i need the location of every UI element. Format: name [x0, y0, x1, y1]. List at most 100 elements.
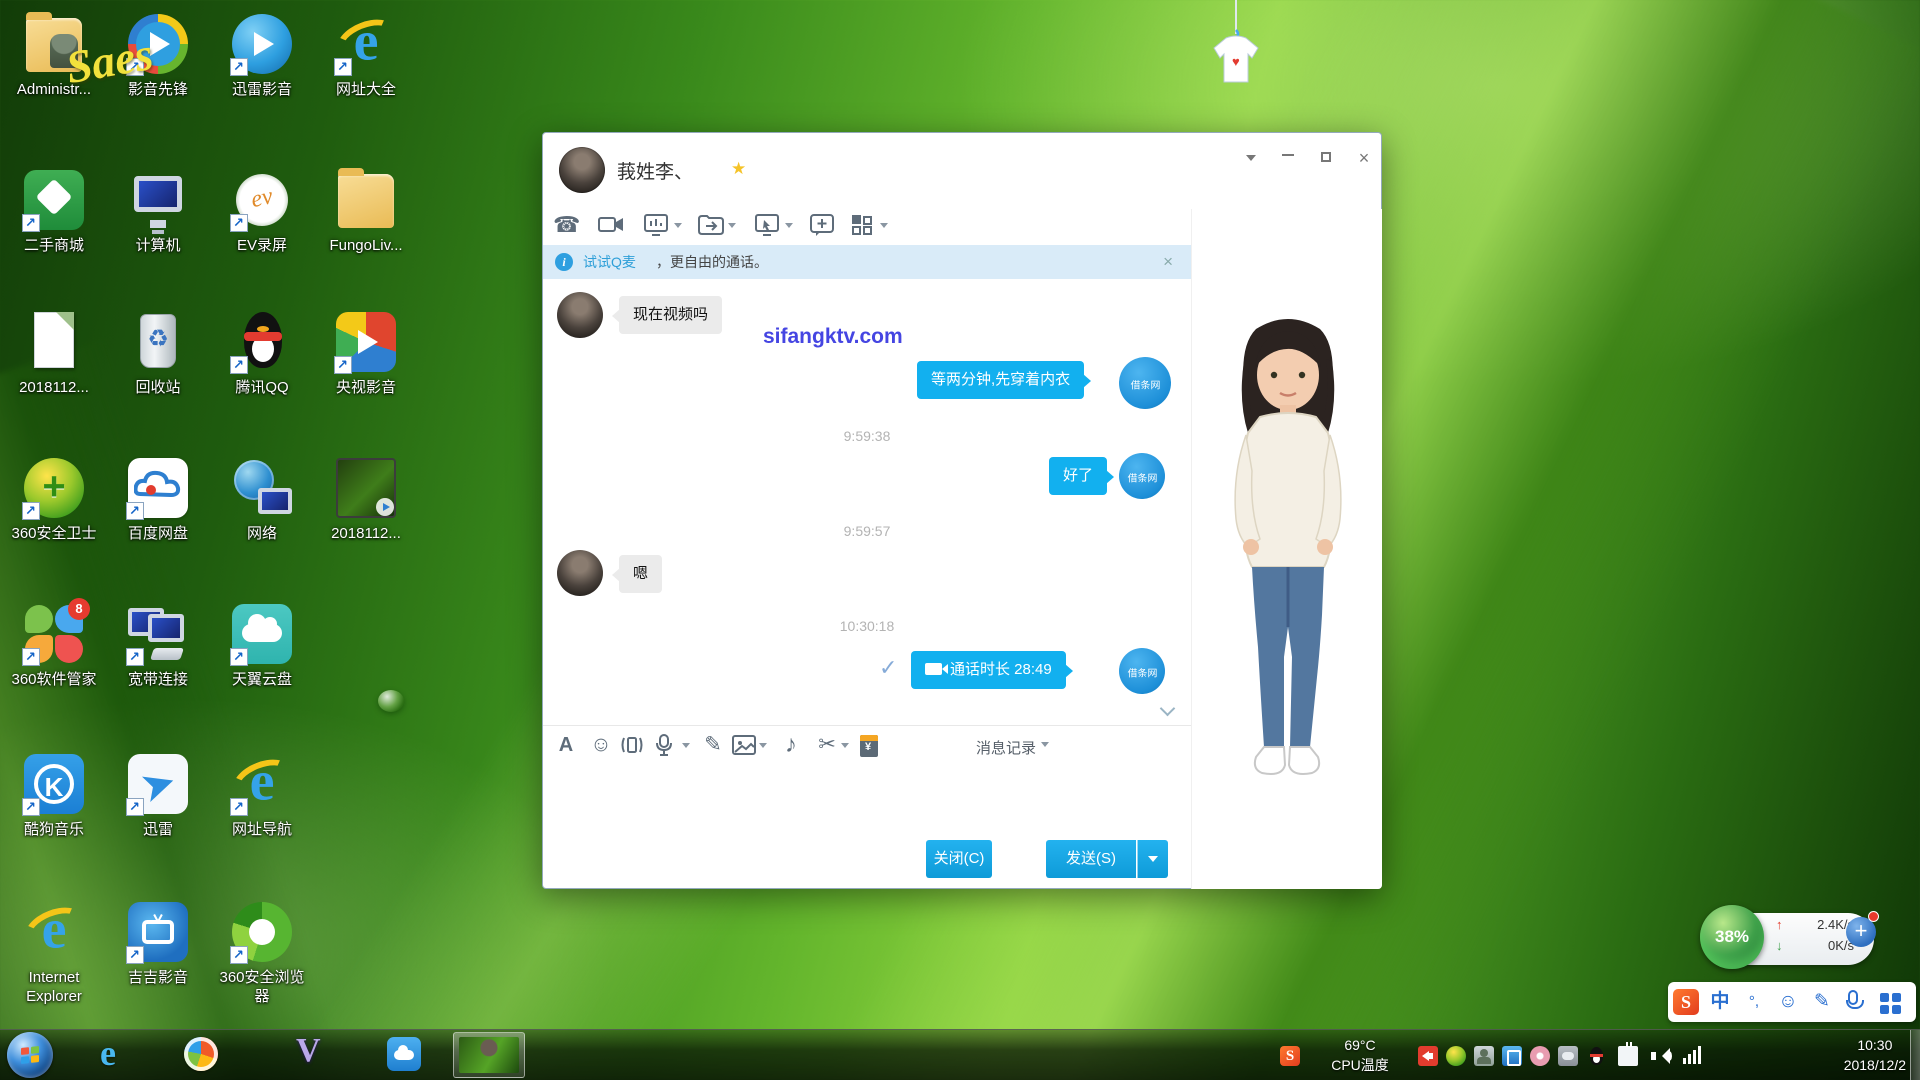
self-avatar[interactable]: 借条网: [1119, 453, 1165, 499]
handwriting-icon[interactable]: ✎: [699, 733, 727, 759]
taskbar-ie-icon[interactable]: e: [100, 1032, 138, 1070]
desktop-icon-xunlei[interactable]: ➤ 迅雷: [110, 752, 206, 839]
desktop-icon-fungo[interactable]: FungoLiv...: [318, 168, 414, 255]
qmic-link[interactable]: 试试Q麦: [583, 245, 636, 279]
kugou-icon: K: [22, 752, 86, 816]
qq-icon: [230, 310, 294, 374]
desktop-icon-recycle-bin[interactable]: ♻ 回收站: [110, 310, 206, 397]
check-icon: ✓: [879, 655, 897, 681]
chinese-mode-icon[interactable]: 中: [1706, 988, 1734, 1016]
desktop-icon-kugou[interactable]: K 酷狗音乐: [6, 752, 102, 839]
voice-input-icon[interactable]: [1848, 990, 1858, 1005]
desktop-icon-ie[interactable]: e Internet Explorer: [6, 900, 102, 1006]
peer-message-avatar[interactable]: [557, 550, 603, 596]
update-badge: 8: [68, 598, 90, 620]
taskbar-active-window[interactable]: [453, 1032, 525, 1078]
taskbar-cloud-app-icon[interactable]: [387, 1037, 425, 1075]
taskbar-v-app-icon[interactable]: V: [296, 1032, 334, 1070]
punctuation-icon[interactable]: °,: [1740, 988, 1768, 1016]
toolbox-icon[interactable]: [1876, 988, 1904, 1016]
desktop-icon-qq[interactable]: 腾讯QQ: [214, 310, 310, 397]
message-history-button[interactable]: 消息记录: [976, 737, 1049, 758]
timestamp: 9:59:38: [543, 428, 1191, 444]
maximize-button[interactable]: [1311, 147, 1341, 169]
send-options-caret[interactable]: [1137, 840, 1168, 878]
voice-message-icon[interactable]: [654, 733, 682, 759]
desktop-icon-baidu-netdisk[interactable]: 百度网盘: [110, 456, 206, 543]
self-avatar[interactable]: 借条网: [1119, 357, 1171, 409]
power-plug-icon[interactable]: [1618, 1046, 1638, 1066]
desktop-icon-video-file[interactable]: 2018112...: [318, 456, 414, 543]
window-shake-icon[interactable]: [619, 733, 647, 759]
desktop-icon-tianyi[interactable]: 天翼云盘: [214, 602, 310, 689]
net-speed-widget: 38% ↑ 2.4K/s ↓ 0K/s +: [1700, 905, 1890, 971]
desktop-icon-secondhand-mall[interactable]: 二手商城: [6, 168, 102, 255]
self-avatar[interactable]: 借条网: [1119, 648, 1165, 694]
camera-icon[interactable]: [1558, 1046, 1578, 1066]
scroll-to-bottom-icon[interactable]: [1160, 701, 1176, 717]
desktop-icon-360-software[interactable]: 8 360软件管家: [6, 602, 102, 689]
desktop-icon-url-nav[interactable]: e 网址导航: [214, 752, 310, 839]
desktop-icon-360-browser[interactable]: 360安全浏览器: [214, 900, 310, 1006]
create-group-icon[interactable]: [809, 212, 839, 240]
close-chat-button[interactable]: 关闭(C): [926, 840, 992, 878]
close-button[interactable]: ×: [1349, 147, 1379, 169]
apps-grid-icon[interactable]: [849, 212, 879, 240]
360-ball-icon[interactable]: [1446, 1046, 1466, 1066]
tray-sogou-icon[interactable]: S: [1280, 1046, 1300, 1066]
peer-message-avatar[interactable]: [557, 292, 603, 338]
pc-manager-icon[interactable]: [1502, 1046, 1522, 1066]
active-window-thumbnail: [459, 1037, 519, 1073]
emoticon-icon[interactable]: ☺: [587, 733, 615, 759]
qq-tray-icon[interactable]: [1586, 1046, 1606, 1066]
handwrite-icon[interactable]: ✎: [1808, 988, 1836, 1016]
file-transfer-icon[interactable]: [697, 212, 727, 240]
star-icon: ★: [731, 159, 746, 179]
desktop-icon-jiji-player[interactable]: 吉吉影音: [110, 900, 206, 987]
sogou-logo-icon[interactable]: S: [1673, 989, 1699, 1015]
desktop-icon-360-safe[interactable]: + 360安全卫士: [6, 456, 102, 543]
volume-icon[interactable]: [1650, 1046, 1670, 1066]
desktop-icon-computer[interactable]: 计算机: [110, 168, 206, 255]
window-titlebar[interactable]: 莪姓李、 ★ ×: [543, 133, 1381, 209]
video-call-icon[interactable]: [597, 212, 627, 240]
desktop-icon-text-document[interactable]: 2018112...: [6, 310, 102, 397]
call-message[interactable]: 通话时长 28:49: [911, 651, 1066, 689]
message-input[interactable]: [543, 766, 1191, 840]
contacts-icon[interactable]: [1474, 1046, 1494, 1066]
voice-call-icon[interactable]: ☎: [553, 212, 583, 240]
emoji-icon[interactable]: ☺: [1774, 988, 1802, 1016]
desktop-icon-xunlei-player[interactable]: 迅雷影音: [214, 12, 310, 99]
image-icon[interactable]: [731, 733, 759, 759]
desktop-icon-network[interactable]: 网络: [214, 456, 310, 543]
message-list[interactable]: 现在视频吗 sifangktv.com 等两分钟,先穿着内衣 借条网 9:59:…: [543, 279, 1191, 725]
start-button[interactable]: [7, 1032, 53, 1078]
desktop: { "desktop": { "watermark": "Saes", "ico…: [0, 0, 1920, 1080]
peer-avatar[interactable]: [559, 147, 605, 193]
input-toolbar: A ☺ ✎ ♪ ✂ 消息记录: [543, 725, 1191, 765]
desktop-icon-ev[interactable]: ev EV录屏: [214, 168, 310, 255]
desktop-icon-url-daquan[interactable]: e 网址大全: [318, 12, 414, 99]
incoming-message: 嗯: [619, 555, 662, 593]
minimize-button[interactable]: [1273, 147, 1303, 169]
desktop-icon-cctv[interactable]: 央视影音: [318, 310, 414, 397]
remote-desktop-icon[interactable]: [754, 212, 784, 240]
network-icon: [230, 456, 294, 520]
font-icon[interactable]: A: [552, 733, 580, 759]
desktop-icon-broadband[interactable]: 宽带连接: [110, 602, 206, 689]
memory-ball[interactable]: 38%: [1700, 905, 1764, 969]
show-desktop-button[interactable]: [1910, 1030, 1920, 1080]
taskbar-sogou-browser-icon[interactable]: [184, 1037, 222, 1075]
screen-share-icon[interactable]: [643, 212, 673, 240]
flower-icon[interactable]: [1530, 1046, 1550, 1066]
megaphone-icon[interactable]: [1418, 1046, 1438, 1066]
send-button[interactable]: 发送(S): [1046, 840, 1136, 878]
red-packet-icon[interactable]: [860, 735, 878, 757]
window-menu-button[interactable]: [1236, 147, 1266, 169]
chat-toolbar: ☎: [543, 209, 1191, 245]
clock[interactable]: 10:302018/12/2: [1844, 1035, 1906, 1075]
network-signal-icon[interactable]: [1682, 1046, 1702, 1066]
notice-close-icon[interactable]: ×: [1163, 245, 1173, 279]
music-icon[interactable]: ♪: [777, 733, 805, 759]
screenshot-icon[interactable]: ✂: [813, 733, 841, 759]
